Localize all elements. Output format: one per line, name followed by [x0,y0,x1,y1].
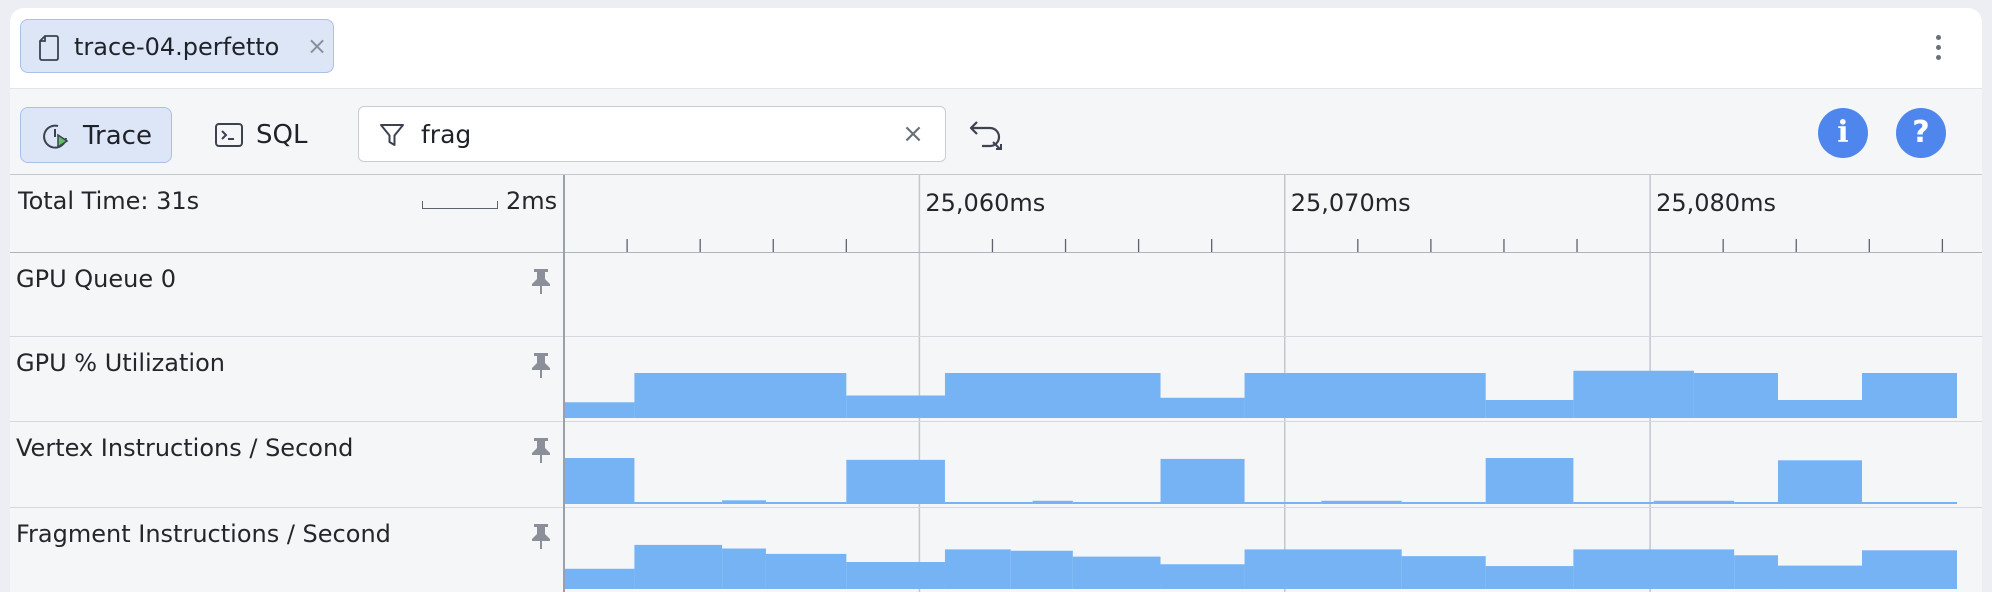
terminal-icon [215,123,243,147]
trace-view-button[interactable]: Trace [20,107,172,163]
trace-play-icon [43,124,69,149]
track-label: GPU Queue 0 [16,265,177,293]
pin-icon[interactable] [530,351,552,379]
pin-icon[interactable] [530,267,552,295]
track-label: Fragment Instructions / Second [16,520,391,548]
info-button[interactable]: i [1818,108,1868,158]
track-label: Vertex Instructions / Second [16,434,354,462]
track-gpu-utilization[interactable]: GPU % Utilization [10,337,1982,422]
clear-filter-icon[interactable]: × [899,119,927,149]
trace-view-label: Trace [83,121,152,151]
more-options-icon[interactable] [1932,32,1944,66]
filter-icon [380,124,404,146]
track-label: GPU % Utilization [16,349,225,377]
time-ruler: Total Time: 31s 2ms [10,175,1982,253]
track-fragment-instructions[interactable]: Fragment Instructions / Second [10,508,1982,592]
pin-icon[interactable] [530,522,552,550]
sql-view-label: SQL [256,120,308,150]
tab-title: trace-04.perfetto [74,33,280,61]
pin-icon[interactable] [530,436,552,464]
app-window: trace-04.perfetto × Trace SQL frag × i ?… [10,8,1982,592]
tab-close-icon[interactable]: × [307,32,327,60]
total-time-label: Total Time: 31s [18,187,200,215]
track-gpu-queue[interactable]: GPU Queue 0 [10,253,1982,337]
scale-bar [422,201,498,209]
track-filter: × [358,106,946,162]
filter-input[interactable] [421,115,881,153]
tab-bar: trace-04.perfetto × [10,8,1982,88]
undo-icon[interactable] [968,118,1004,152]
toolbar: Trace SQL × i ? [10,88,1982,174]
sql-view-button[interactable]: SQL [194,107,324,163]
tab-trace-file[interactable]: trace-04.perfetto × [20,19,334,73]
help-button[interactable]: ? [1896,108,1946,158]
scale-label: 2ms [506,187,558,215]
track-vertex-instructions[interactable]: Vertex Instructions / Second [10,422,1982,508]
document-icon [39,35,59,61]
timeline-panel: 25,060ms 25,070ms 25,080ms Total Time: 31s… [10,174,1982,592]
label-column-divider [563,175,565,592]
